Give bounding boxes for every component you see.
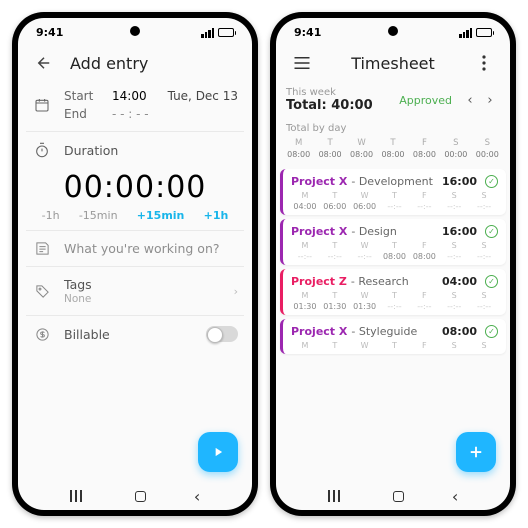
topbar: Timesheet: [276, 45, 510, 81]
recents-button[interactable]: [328, 490, 346, 502]
page-title: Timesheet: [328, 54, 458, 73]
start-value: 14:00: [112, 89, 147, 103]
tags-label: Tags: [64, 277, 92, 292]
end-label: End: [64, 107, 96, 121]
phone-timesheet: 9:41 Timesheet This week Total: 40:00 Ap…: [270, 12, 516, 516]
timesheet-card[interactable]: Project X - Styleguide08:00✓MTWTFSS: [280, 319, 506, 354]
duration-display[interactable]: 00:00:00: [26, 170, 244, 205]
recents-button[interactable]: [70, 490, 88, 502]
start-timer-fab[interactable]: [198, 432, 238, 472]
dollar-icon: [32, 327, 52, 342]
project-name: Project X: [291, 225, 347, 238]
prev-week-button[interactable]: ‹: [460, 93, 480, 108]
plus-15min-button[interactable]: +15min: [137, 209, 185, 222]
task-name: - Styleguide: [351, 325, 417, 338]
minus-1h-button[interactable]: -1h: [42, 209, 60, 222]
billable-label: Billable: [64, 327, 110, 342]
project-name: Project X: [291, 325, 347, 338]
week-label: This week: [286, 87, 373, 98]
end-value: - - : - -: [112, 107, 149, 121]
timesheet-cards: Project X - Development16:00✓MTWTFSS04:0…: [276, 165, 510, 358]
front-camera: [130, 26, 140, 36]
total-by-day-label: Total by day: [276, 119, 510, 136]
topbar: Add entry: [18, 45, 252, 81]
timesheet-card[interactable]: Project X - Design16:00✓MTWTFSS--:----:-…: [280, 219, 506, 265]
battery-icon: [476, 28, 492, 37]
total-label: Total: 40:00: [286, 98, 373, 113]
task-name: - Development: [351, 175, 433, 188]
next-week-button[interactable]: ›: [480, 93, 500, 108]
android-nav-bar: ‹: [18, 482, 252, 510]
card-total: 16:00: [442, 225, 477, 238]
android-nav-bar: ‹: [276, 482, 510, 510]
description-placeholder: What you're working on?: [64, 241, 220, 256]
back-nav-button[interactable]: ‹: [194, 487, 200, 506]
chevron-right-icon: ›: [234, 285, 238, 298]
tags-value: None: [64, 293, 92, 305]
calendar-icon: [32, 97, 52, 113]
check-icon: ✓: [485, 225, 498, 238]
home-button[interactable]: [393, 491, 404, 502]
timesheet-card[interactable]: Project Z - Research04:00✓MTWTFSS01:3001…: [280, 269, 506, 315]
battery-icon: [218, 28, 234, 37]
task-name: - Research: [351, 275, 409, 288]
timesheet-card[interactable]: Project X - Development16:00✓MTWTFSS04:0…: [280, 169, 506, 215]
check-icon: ✓: [485, 175, 498, 188]
note-icon: [32, 241, 52, 256]
front-camera: [388, 26, 398, 36]
status-time: 9:41: [294, 26, 321, 39]
card-total: 04:00: [442, 275, 477, 288]
home-button[interactable]: [135, 491, 146, 502]
task-name: - Design: [351, 225, 396, 238]
phone-add-entry: 9:41 Add entry Start 14:00 Tue, Dec 13 End…: [12, 12, 258, 516]
add-entry-fab[interactable]: [456, 432, 496, 472]
status-time: 9:41: [36, 26, 63, 39]
card-total: 08:00: [442, 325, 477, 338]
tags-row[interactable]: TagsNone ›: [26, 269, 244, 313]
check-icon: ✓: [485, 275, 498, 288]
menu-button[interactable]: [290, 51, 314, 75]
project-name: Project X: [291, 175, 347, 188]
back-nav-button[interactable]: ‹: [452, 487, 458, 506]
date-value: Tue, Dec 13: [168, 89, 238, 103]
plus-1h-button[interactable]: +1h: [204, 209, 229, 222]
duration-row: Duration: [26, 134, 244, 166]
minus-15min-button[interactable]: -15min: [79, 209, 118, 222]
page-title: Add entry: [70, 54, 148, 73]
signal-icon: [459, 28, 472, 38]
billable-toggle[interactable]: [206, 326, 238, 342]
start-label: Start: [64, 89, 96, 103]
more-button[interactable]: [472, 51, 496, 75]
check-icon: ✓: [485, 325, 498, 338]
tag-icon: [32, 284, 52, 299]
duration-label: Duration: [64, 143, 118, 158]
billable-row: Billable: [26, 318, 244, 350]
day-totals-grid: MTWTFSS08:0008:0008:0008:0008:0000:0000:…: [276, 136, 510, 165]
time-range-row[interactable]: Start 14:00 Tue, Dec 13 End - - : - -: [26, 81, 244, 129]
back-button[interactable]: [32, 51, 56, 75]
card-total: 16:00: [442, 175, 477, 188]
description-row[interactable]: What you're working on?: [26, 233, 244, 264]
screen-timesheet: 9:41 Timesheet This week Total: 40:00 Ap…: [276, 18, 510, 510]
signal-icon: [201, 28, 214, 38]
project-name: Project Z: [291, 275, 347, 288]
approved-badge: Approved: [399, 94, 452, 107]
screen-add-entry: 9:41 Add entry Start 14:00 Tue, Dec 13 End…: [18, 18, 252, 510]
week-summary: This week Total: 40:00 Approved ‹ ›: [276, 81, 510, 119]
stopwatch-icon: [32, 142, 52, 158]
